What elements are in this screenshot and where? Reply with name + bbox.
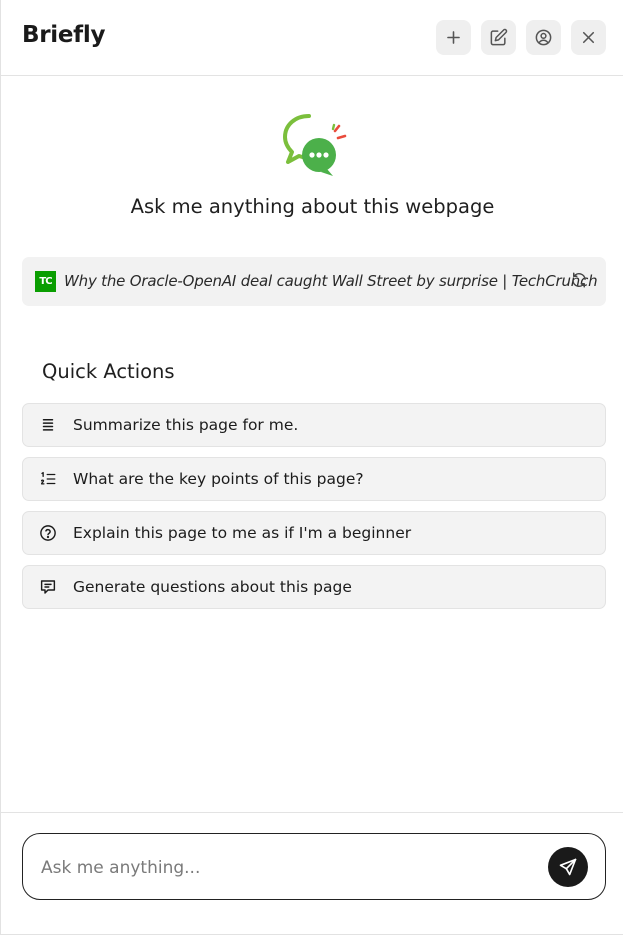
site-logo-icon: TC	[35, 271, 56, 292]
close-icon	[582, 31, 595, 44]
send-button[interactable]	[548, 847, 588, 887]
quick-actions-title: Quick Actions	[42, 360, 175, 383]
header: Briefly	[1, 0, 623, 76]
numbered-list-icon	[38, 469, 58, 489]
refresh-icon	[572, 272, 586, 288]
app-title: Briefly	[22, 22, 106, 48]
close-button[interactable]	[571, 20, 606, 55]
message-square-icon	[38, 577, 58, 597]
quick-action-label: What are the key points of this page?	[73, 470, 364, 488]
quick-action-questions[interactable]: Generate questions about this page	[22, 565, 606, 609]
source-title: Why the Oracle-OpenAI deal caught Wall S…	[64, 272, 598, 290]
plus-icon	[447, 31, 460, 44]
quick-action-label: Summarize this page for me.	[73, 416, 299, 434]
edit-button[interactable]	[481, 20, 516, 55]
quick-action-summarize[interactable]: Summarize this page for me.	[22, 403, 606, 447]
new-chat-button[interactable]	[436, 20, 471, 55]
list-icon	[38, 415, 58, 435]
quick-action-key-points[interactable]: What are the key points of this page?	[22, 457, 606, 501]
chat-input-box	[22, 833, 606, 900]
hero-title: Ask me anything about this webpage	[130, 195, 495, 218]
sidepanel: Briefly Ask me anything about this webpa…	[0, 0, 623, 935]
quick-action-explain[interactable]: Explain this page to me as if I'm a begi…	[22, 511, 606, 555]
question-circle-icon	[38, 523, 58, 543]
chat-input[interactable]	[41, 856, 521, 880]
send-icon	[559, 858, 577, 876]
source-card: TC Why the Oracle-OpenAI deal caught Wal…	[22, 257, 606, 306]
account-button[interactable]	[526, 20, 561, 55]
quick-action-label: Explain this page to me as if I'm a begi…	[73, 524, 412, 542]
user-circle-icon	[535, 29, 552, 46]
quick-action-label: Generate questions about this page	[73, 578, 352, 596]
edit-icon	[490, 28, 508, 46]
refresh-button[interactable]	[568, 269, 590, 291]
chat-bubble-logo-icon	[283, 114, 347, 176]
